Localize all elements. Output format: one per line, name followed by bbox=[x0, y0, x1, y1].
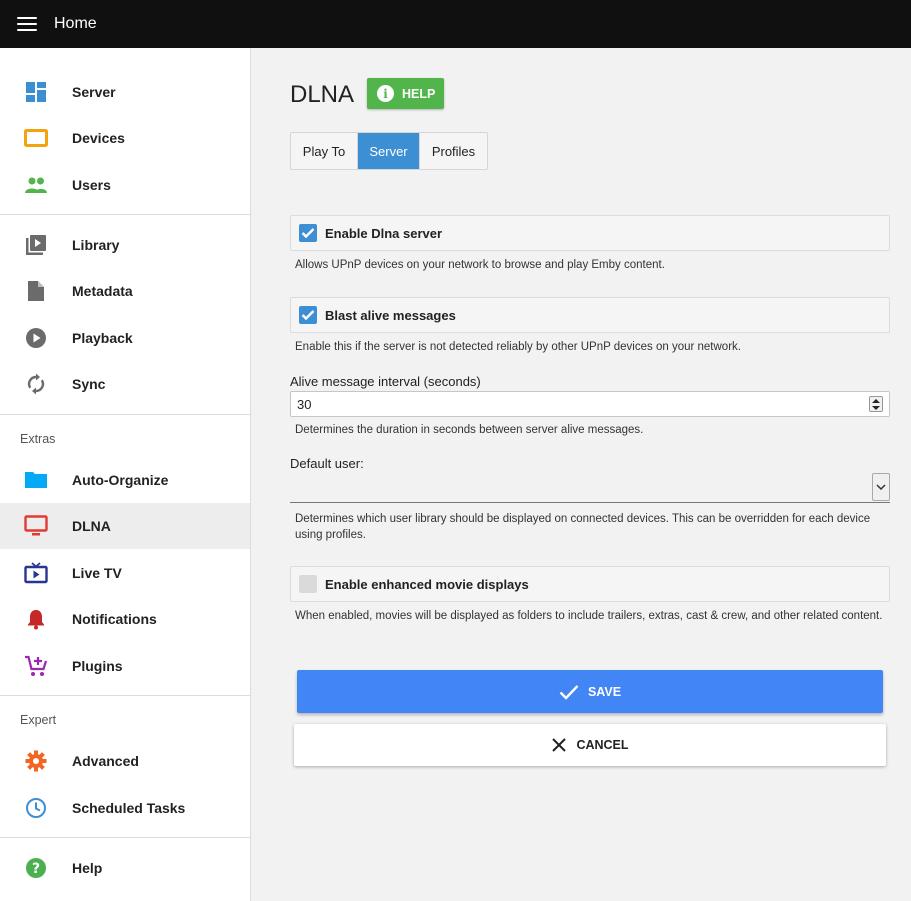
blast-alive-description: Enable this if the server is not detecte… bbox=[295, 341, 741, 353]
sidebar-item-scheduled-tasks[interactable]: Scheduled Tasks bbox=[0, 785, 250, 831]
section-label-extras: Extras bbox=[20, 432, 56, 446]
sidebar-item-label: Sync bbox=[72, 376, 106, 392]
sidebar-item-live-tv[interactable]: Live TV bbox=[0, 550, 250, 596]
tab-label: Profiles bbox=[431, 143, 476, 159]
sidebar-item-label: Users bbox=[72, 177, 111, 193]
alive-interval-stepper[interactable] bbox=[869, 396, 883, 412]
sidebar-divider bbox=[0, 214, 250, 215]
blast-alive-label: Blast alive messages bbox=[325, 307, 456, 323]
enhanced-movies-checkbox[interactable] bbox=[299, 575, 317, 593]
enable-dlna-server-checkbox-row[interactable]: Enable Dlna server bbox=[290, 215, 890, 251]
sidebar-divider bbox=[0, 695, 250, 696]
gear-icon bbox=[23, 748, 49, 774]
sidebar-item-label: Library bbox=[72, 237, 120, 253]
enhanced-movies-description: When enabled, movies will be displayed a… bbox=[295, 610, 883, 622]
sidebar-item-users[interactable]: Users bbox=[0, 162, 250, 208]
bell-icon bbox=[23, 606, 49, 632]
sidebar-item-playback[interactable]: Playback bbox=[0, 315, 250, 361]
cancel-button-label: CANCEL bbox=[576, 738, 629, 752]
tab-server[interactable]: Server bbox=[357, 133, 419, 169]
stepper-up-icon[interactable] bbox=[872, 398, 880, 403]
help-button[interactable]: i HELP bbox=[367, 78, 444, 109]
help-icon: ? bbox=[23, 855, 49, 881]
folder-icon bbox=[23, 467, 49, 493]
sidebar-item-label: Auto-Organize bbox=[72, 472, 169, 488]
alive-interval-value: 30 bbox=[297, 396, 312, 412]
sidebar: Server Devices Users Library Metadata Pl… bbox=[0, 48, 251, 901]
users-icon bbox=[23, 172, 49, 198]
default-user-select[interactable] bbox=[290, 472, 890, 503]
playback-icon bbox=[23, 325, 49, 351]
check-icon bbox=[559, 684, 579, 700]
sidebar-divider bbox=[0, 414, 250, 415]
header-title[interactable]: Home bbox=[54, 15, 97, 33]
section-label-expert: Expert bbox=[20, 713, 57, 727]
sidebar-item-label: Metadata bbox=[72, 283, 133, 299]
sidebar-item-plugins[interactable]: Plugins bbox=[0, 643, 250, 689]
chevron-down-icon[interactable] bbox=[872, 473, 890, 501]
library-icon bbox=[23, 232, 49, 258]
sidebar-item-notifications[interactable]: Notifications bbox=[0, 596, 250, 642]
alive-interval-description: Determines the duration in seconds betwe… bbox=[295, 424, 644, 436]
tab-label: Play To bbox=[302, 143, 346, 159]
page-title: DLNA bbox=[290, 81, 355, 108]
top-bar: Home bbox=[0, 0, 911, 48]
metadata-icon bbox=[23, 278, 49, 304]
alive-interval-input[interactable]: 30 bbox=[290, 391, 890, 417]
enable-dlna-server-checkbox[interactable] bbox=[299, 224, 317, 242]
sidebar-item-label: Server bbox=[72, 84, 116, 100]
sidebar-item-label: Advanced bbox=[72, 753, 139, 769]
info-icon: i bbox=[377, 85, 394, 102]
close-icon bbox=[551, 737, 567, 753]
default-user-description: Determines which user library should be … bbox=[295, 513, 871, 541]
svg-text:?: ? bbox=[32, 861, 40, 877]
menu-icon[interactable] bbox=[17, 17, 37, 31]
sidebar-divider bbox=[0, 837, 250, 838]
blast-alive-checkbox-row[interactable]: Blast alive messages bbox=[290, 297, 890, 333]
save-button-label: SAVE bbox=[587, 684, 622, 699]
blast-alive-checkbox[interactable] bbox=[299, 306, 317, 324]
main-content: DLNA i HELP Play To Server Profiles Enab… bbox=[251, 48, 911, 901]
tab-play-to[interactable]: Play To bbox=[291, 133, 357, 169]
stepper-down-icon[interactable] bbox=[872, 405, 880, 410]
sidebar-item-dlna[interactable]: DLNA bbox=[0, 503, 250, 549]
sidebar-item-devices[interactable]: Devices bbox=[0, 115, 250, 161]
default-user-label: Default user: bbox=[290, 456, 364, 471]
sidebar-item-label: Notifications bbox=[72, 611, 157, 627]
sidebar-item-label: Live TV bbox=[72, 565, 122, 581]
alive-interval-label: Alive message interval (seconds) bbox=[290, 374, 481, 389]
sidebar-item-label: DLNA bbox=[72, 518, 111, 534]
tab-profiles[interactable]: Profiles bbox=[419, 133, 487, 169]
sidebar-item-advanced[interactable]: Advanced bbox=[0, 738, 250, 784]
sidebar-item-metadata[interactable]: Metadata bbox=[0, 268, 250, 314]
sidebar-item-label: Plugins bbox=[72, 658, 123, 674]
sync-icon bbox=[23, 371, 49, 397]
tv-icon bbox=[23, 513, 49, 539]
dashboard-icon bbox=[23, 79, 49, 105]
clock-icon bbox=[23, 795, 49, 821]
sidebar-item-server[interactable]: Server bbox=[0, 69, 250, 115]
sidebar-item-label: Devices bbox=[72, 130, 125, 146]
tab-label: Server bbox=[369, 143, 408, 159]
sidebar-item-help[interactable]: ? Help bbox=[0, 845, 250, 891]
save-button[interactable]: SAVE bbox=[297, 670, 883, 713]
enhanced-movies-checkbox-row[interactable]: Enable enhanced movie displays bbox=[290, 566, 890, 602]
live-tv-icon bbox=[23, 560, 49, 586]
sidebar-item-sync[interactable]: Sync bbox=[0, 361, 250, 407]
help-button-label: HELP bbox=[402, 86, 436, 101]
sidebar-item-label: Playback bbox=[72, 330, 133, 346]
plugins-icon bbox=[23, 653, 49, 679]
enable-dlna-server-description: Allows UPnP devices on your network to b… bbox=[295, 259, 665, 271]
devices-icon bbox=[23, 125, 49, 151]
enable-dlna-server-label: Enable Dlna server bbox=[325, 225, 443, 241]
sidebar-item-label: Help bbox=[72, 860, 103, 876]
tab-bar: Play To Server Profiles bbox=[290, 132, 488, 170]
sidebar-item-label: Scheduled Tasks bbox=[72, 800, 186, 816]
enhanced-movies-label: Enable enhanced movie displays bbox=[325, 576, 529, 592]
sidebar-item-auto-organize[interactable]: Auto-Organize bbox=[0, 457, 250, 503]
cancel-button[interactable]: CANCEL bbox=[294, 724, 886, 766]
sidebar-item-library[interactable]: Library bbox=[0, 222, 250, 268]
